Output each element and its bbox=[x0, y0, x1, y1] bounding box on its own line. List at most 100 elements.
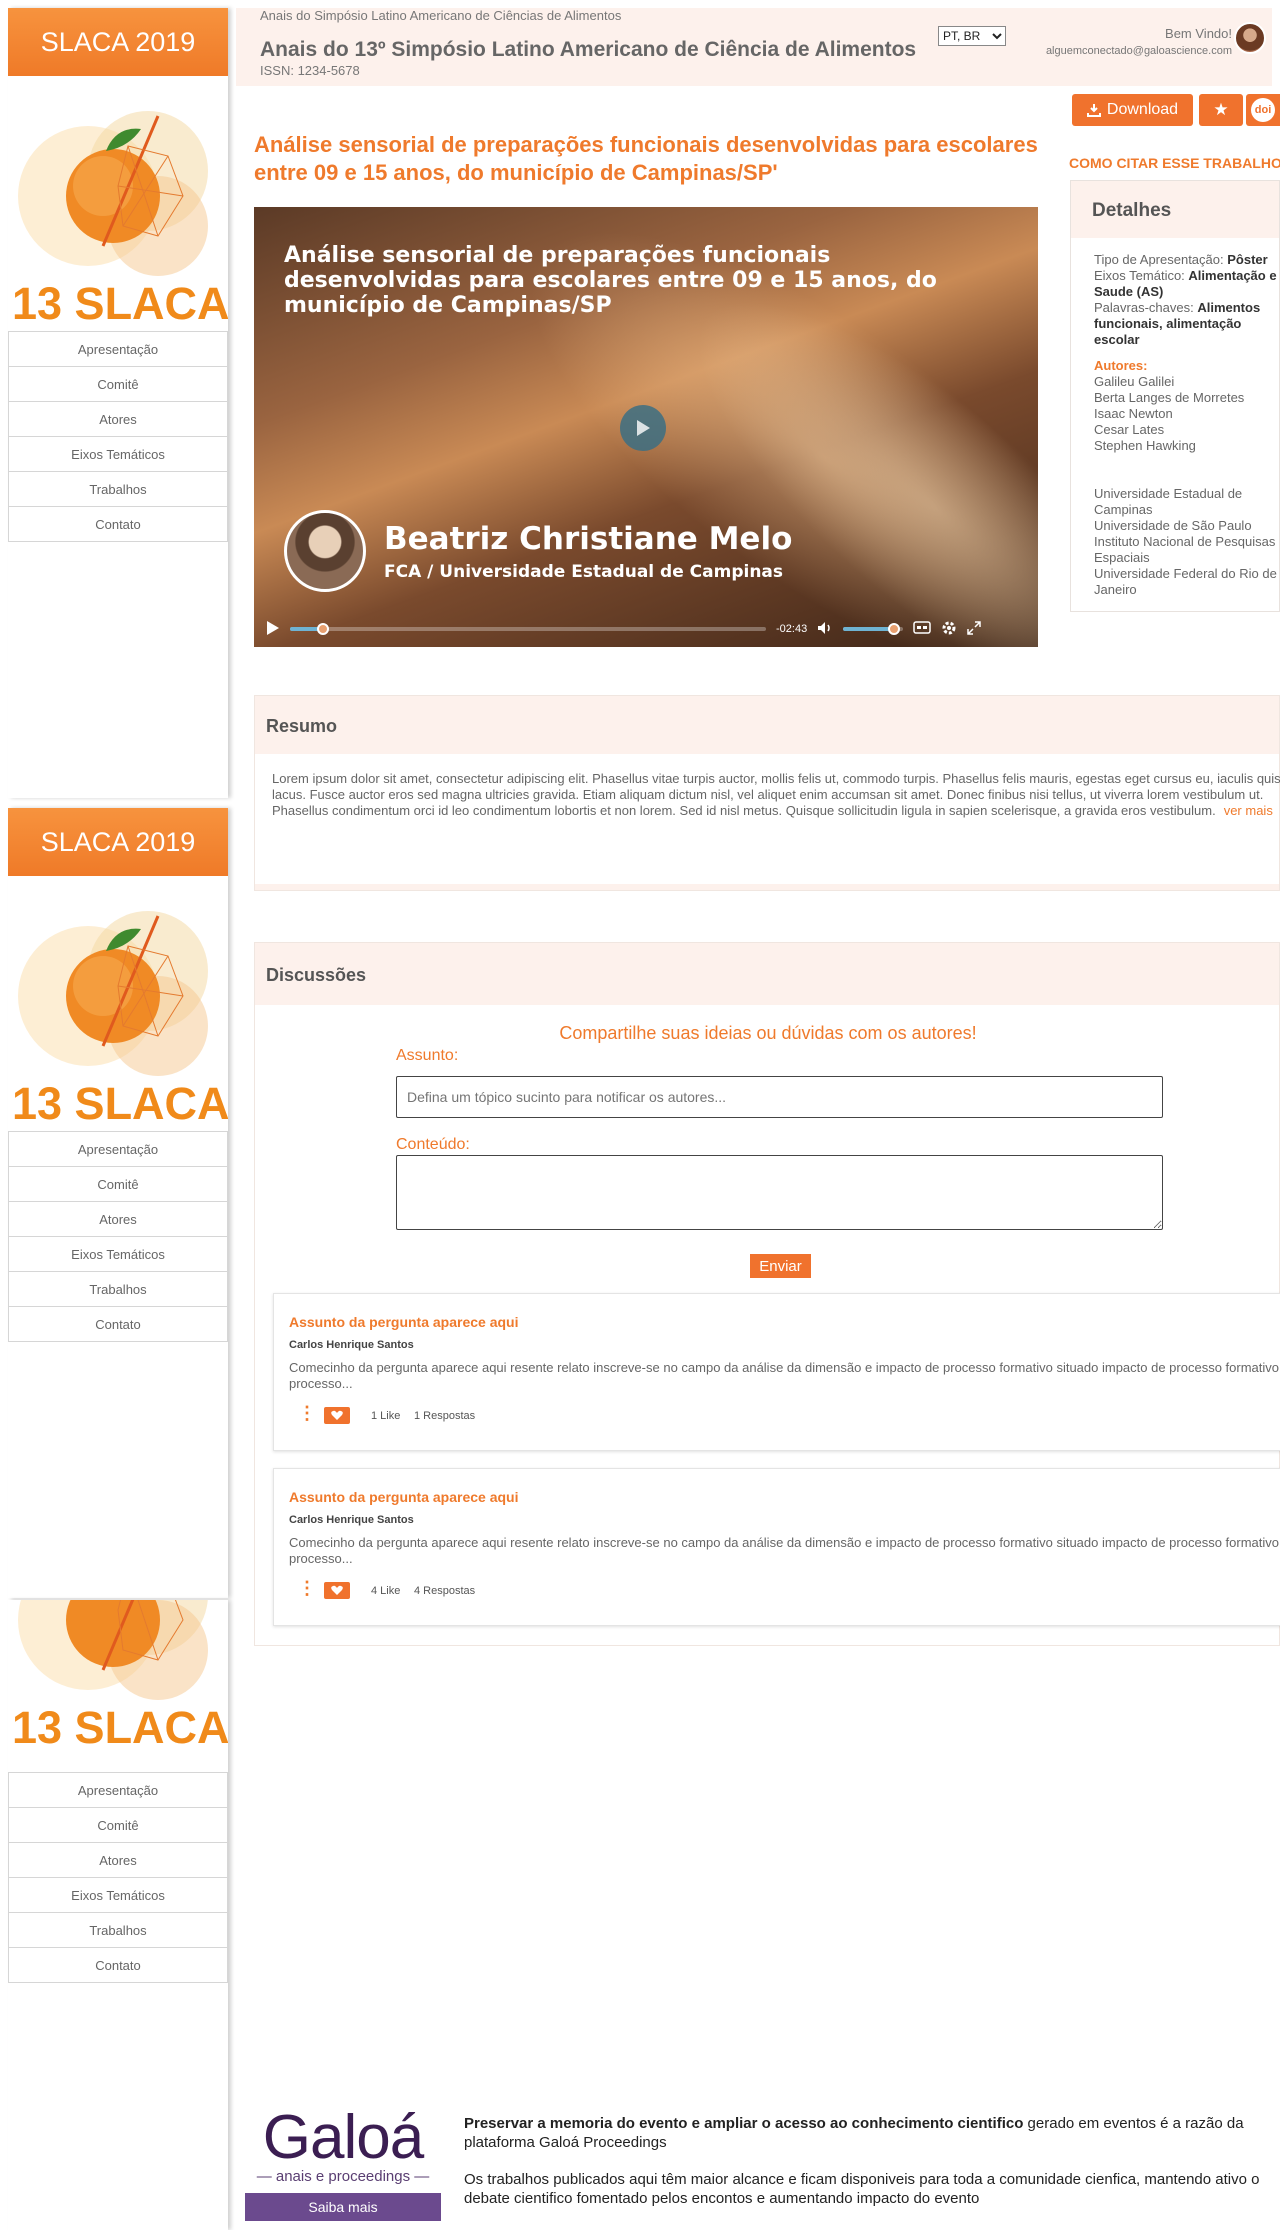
like-count: 4 Like bbox=[371, 1585, 401, 1597]
content-textarea[interactable] bbox=[396, 1155, 1163, 1230]
question-subject[interactable]: Assunto da pergunta aparece aqui bbox=[289, 1314, 519, 1330]
nav-item-comite[interactable]: Comitê bbox=[8, 367, 228, 402]
welcome-text: Bem Vindo! bbox=[1165, 26, 1232, 41]
learn-more-button[interactable]: Saiba mais bbox=[245, 2193, 441, 2221]
question-card: Assunto da pergunta aparece aqui Carlos … bbox=[273, 1468, 1280, 1626]
download-button[interactable]: Download bbox=[1072, 94, 1193, 126]
details-panel: Detalhes Tipo de Apresentação: Pôster Ei… bbox=[1070, 180, 1280, 612]
nav-item-atores[interactable]: Atores bbox=[8, 1202, 228, 1237]
video-title: Análise sensorial de preparações funcion… bbox=[284, 243, 937, 318]
speaker-photo bbox=[284, 510, 366, 592]
progress-bar[interactable] bbox=[290, 623, 766, 635]
play-button[interactable] bbox=[620, 405, 666, 451]
doi-icon: doi bbox=[1251, 98, 1275, 122]
reply-count[interactable]: 4 Respostas bbox=[414, 1585, 475, 1597]
question-card: Assunto da pergunta aparece aqui Carlos … bbox=[273, 1293, 1280, 1451]
question-text: Comecinho da pergunta aparece aqui resen… bbox=[289, 1360, 1279, 1391]
svg-text:13 SLACA: 13 SLACA bbox=[12, 1702, 228, 1753]
nav-item-eixos-tematicos[interactable]: Eixos Temáticos bbox=[8, 1237, 228, 1272]
discussions-heading: Discussões bbox=[255, 943, 1279, 1005]
volume-handle[interactable] bbox=[888, 623, 901, 635]
send-button[interactable]: Enviar bbox=[750, 1254, 811, 1278]
more-options-icon[interactable]: ⋮ bbox=[298, 1579, 316, 1597]
author-item: Galileu Galilei bbox=[1094, 374, 1175, 389]
sidebar: SLACA 2019 13 SLACA Apresentação Comitê … bbox=[8, 8, 228, 798]
nav-item-trabalhos[interactable]: Trabalhos bbox=[8, 1272, 228, 1307]
fullscreen-icon[interactable] bbox=[967, 620, 981, 638]
abstract-heading: Resumo bbox=[255, 696, 1279, 754]
read-more-link[interactable]: ver mais bbox=[1224, 803, 1273, 818]
sidebar-title: SLACA 2019 bbox=[8, 808, 228, 876]
sidebar-title: SLACA 2019 bbox=[8, 8, 228, 76]
user-avatar[interactable] bbox=[1234, 22, 1266, 54]
favorite-button[interactable]: ★ bbox=[1199, 94, 1243, 126]
author-item: Isaac Newton bbox=[1094, 406, 1173, 421]
author-item: Cesar Lates bbox=[1094, 422, 1165, 437]
more-options-icon[interactable]: ⋮ bbox=[298, 1404, 316, 1422]
nav-item-trabalhos[interactable]: Trabalhos bbox=[8, 1913, 228, 1948]
volume-bar[interactable] bbox=[843, 623, 904, 635]
nav-item-eixos-tematicos[interactable]: Eixos Temáticos bbox=[8, 437, 228, 472]
details-body: Tipo de Apresentação: Pôster Eixos Temát… bbox=[1071, 238, 1279, 598]
how-to-cite-link[interactable]: COMO CITAR ESSE TRABALHO? bbox=[1069, 155, 1280, 171]
discussions-section: Discussões Compartilhe suas ideias ou dú… bbox=[254, 942, 1280, 1646]
captions-icon[interactable] bbox=[913, 621, 931, 637]
heart-icon bbox=[331, 1410, 343, 1420]
galoa-brand: Galoá — anais e proceedings — Saiba mais bbox=[245, 2106, 441, 2221]
header-title: Anais do 13º Simpósio Latino Americano d… bbox=[260, 38, 917, 61]
like-button[interactable] bbox=[324, 1582, 350, 1599]
footer-paragraph-1: Preservar a memoria do evento e ampliar … bbox=[464, 2115, 1244, 2151]
institution-item: Instituto Nacional de Pesquisas Espaciai… bbox=[1094, 534, 1276, 565]
slaca-logo: 13 SLACA bbox=[8, 876, 228, 1131]
footer-text: Preservar a memoria do evento e ampliar … bbox=[464, 2114, 1280, 2208]
nav-item-trabalhos[interactable]: Trabalhos bbox=[8, 472, 228, 507]
sidebar-repeat: SLACA 2019 13 SLACA Apresentação Comitê … bbox=[8, 808, 228, 1598]
institution-item: Universidade de São Paulo bbox=[1094, 518, 1252, 533]
question-subject[interactable]: Assunto da pergunta aparece aqui bbox=[289, 1489, 519, 1505]
nav-item-apresentacao[interactable]: Apresentação bbox=[8, 1773, 228, 1808]
nav-item-contato[interactable]: Contato bbox=[8, 507, 228, 542]
subject-label: Assunto: bbox=[396, 1047, 459, 1064]
nav-item-eixos-tematicos[interactable]: Eixos Temáticos bbox=[8, 1878, 228, 1913]
header-issn: ISSN: 1234-5678 bbox=[260, 63, 360, 78]
download-icon bbox=[1086, 104, 1101, 117]
speaker-name: Beatriz Christiane Melo bbox=[384, 521, 793, 557]
doi-button[interactable]: doi bbox=[1246, 94, 1280, 126]
volume-fill bbox=[843, 627, 895, 631]
time-remaining: -02:43 bbox=[776, 623, 808, 635]
institution-item: Universidade Estadual de Campinas bbox=[1094, 486, 1243, 517]
header-subtitle: Anais do Simpósio Latino Americano de Ci… bbox=[260, 8, 622, 23]
galoa-logo: Galoá bbox=[262, 2103, 424, 2172]
like-button[interactable] bbox=[324, 1407, 350, 1424]
language-select[interactable]: PT, BR bbox=[938, 26, 1006, 46]
abstract-footer bbox=[255, 884, 1279, 890]
share-prompt: Compartilhe suas ideias ou dúvidas com o… bbox=[559, 1023, 977, 1043]
nav-item-comite[interactable]: Comitê bbox=[8, 1167, 228, 1202]
svg-text:13 SLACA: 13 SLACA bbox=[12, 278, 228, 329]
question-author: Carlos Henrique Santos bbox=[289, 1339, 414, 1351]
subject-input[interactable] bbox=[396, 1076, 1163, 1118]
sidebar-nav: Apresentação Comitê Atores Eixos Temátic… bbox=[8, 1772, 228, 1983]
nav-item-apresentacao[interactable]: Apresentação bbox=[8, 1132, 228, 1167]
sidebar-nav: Apresentação Comitê Atores Eixos Temátic… bbox=[8, 331, 228, 542]
progress-handle[interactable] bbox=[317, 623, 330, 635]
video-player[interactable]: Análise sensorial de preparações funcion… bbox=[254, 207, 1038, 647]
nav-item-atores[interactable]: Atores bbox=[8, 1843, 228, 1878]
download-label: Download bbox=[1106, 101, 1179, 118]
presentation-type: Tipo de Apresentação: Pôster bbox=[1094, 252, 1268, 267]
nav-item-comite[interactable]: Comitê bbox=[8, 1808, 228, 1843]
nav-item-atores[interactable]: Atores bbox=[8, 402, 228, 437]
nav-item-contato[interactable]: Contato bbox=[8, 1307, 228, 1342]
abstract-section: Resumo Lorem ipsum dolor sit amet, conse… bbox=[254, 695, 1280, 891]
volume-icon[interactable] bbox=[817, 621, 833, 638]
settings-gear-icon[interactable] bbox=[941, 620, 957, 639]
nav-item-contato[interactable]: Contato bbox=[8, 1948, 228, 1983]
reply-count[interactable]: 1 Respostas bbox=[414, 1410, 475, 1422]
user-email: alguemconectado@galoascience.com bbox=[1045, 45, 1232, 57]
top-header: Anais do Simpósio Latino Americano de Ci… bbox=[236, 8, 1272, 86]
video-controls: -02:43 bbox=[254, 611, 1038, 647]
svg-text:13 SLACA: 13 SLACA bbox=[12, 1078, 228, 1129]
play-control-icon[interactable] bbox=[266, 620, 280, 639]
slaca-logo: 13 SLACA bbox=[8, 76, 228, 331]
nav-item-apresentacao[interactable]: Apresentação bbox=[8, 332, 228, 367]
